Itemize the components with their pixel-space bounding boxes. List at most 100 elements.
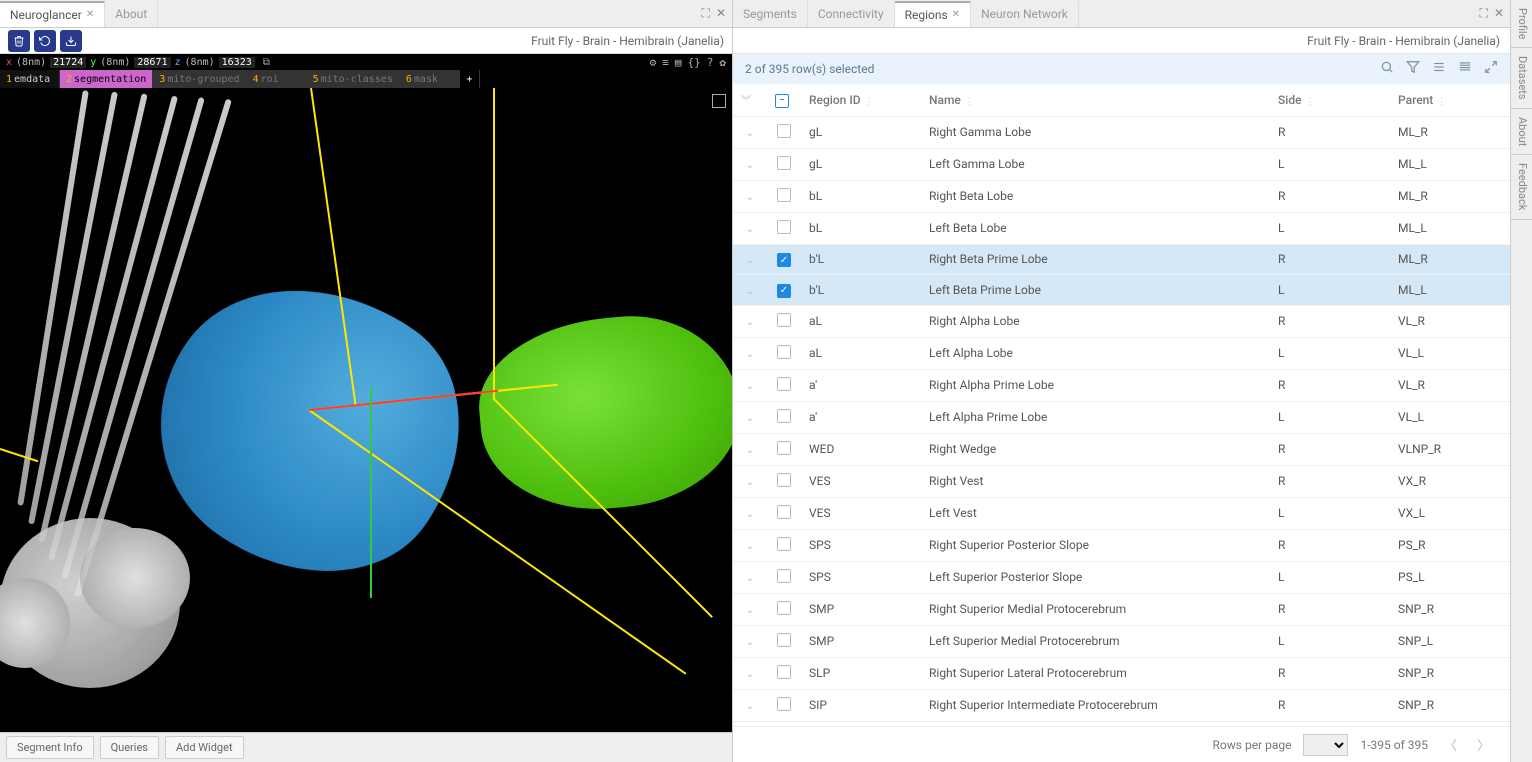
table-row[interactable]: ⌄gLLeft Gamma LobeLML_L	[733, 148, 1510, 180]
col-name[interactable]: Name⋮	[921, 84, 1270, 116]
row-checkbox[interactable]	[777, 473, 791, 487]
side-tab-about[interactable]: About	[1511, 109, 1532, 155]
row-checkbox[interactable]	[777, 633, 791, 647]
side-tab-profile[interactable]: Profile	[1511, 0, 1532, 48]
copy-coords-icon[interactable]: ⧉	[263, 57, 270, 68]
chevron-down-icon[interactable]: ⌄	[743, 637, 757, 648]
settings-icon[interactable]: ✿	[719, 56, 726, 69]
trash-button[interactable]	[8, 30, 30, 52]
search-icon[interactable]	[1380, 60, 1394, 78]
density-icon[interactable]	[1458, 60, 1472, 78]
table-row[interactable]: ⌄SMPLeft Superior Medial ProtocerebrumLS…	[733, 625, 1510, 657]
table-row[interactable]: ⌄✓b'LRight Beta Prime LobeRML_R	[733, 244, 1510, 275]
chevron-down-icon[interactable]: ⌄	[743, 317, 757, 328]
download-button[interactable]	[60, 30, 82, 52]
table-row[interactable]: ⌄WEDRight WedgeRVLNP_R	[733, 433, 1510, 465]
table-row[interactable]: ⌄✓b'LLeft Beta Prime LobeLML_L	[733, 275, 1510, 306]
row-checkbox[interactable]	[777, 220, 791, 234]
table-row[interactable]: ⌄SMPRight Superior Medial ProtocerebrumR…	[733, 593, 1510, 625]
close-icon[interactable]: ✕	[86, 9, 94, 20]
add-widget-button[interactable]: Add Widget	[165, 736, 244, 759]
row-checkbox[interactable]	[777, 156, 791, 170]
layer-mito-grouped[interactable]: 3mito-grouped	[153, 70, 246, 88]
chevron-down-icon[interactable]: ⌄	[743, 192, 757, 203]
tab-segments[interactable]: Segments	[733, 1, 808, 27]
chevron-down-icon[interactable]: ⌄	[743, 413, 757, 424]
chevron-down-icon[interactable]: ⌄	[743, 349, 757, 360]
row-checkbox[interactable]	[777, 409, 791, 423]
table-row[interactable]: ⌄SPSLeft Superior Posterior SlopeLPS_L	[733, 561, 1510, 593]
row-checkbox[interactable]	[777, 537, 791, 551]
coord-x-value[interactable]: 21724	[50, 57, 86, 68]
columns-icon[interactable]	[1432, 60, 1446, 78]
row-checkbox[interactable]	[777, 377, 791, 391]
chevron-down-icon[interactable]: ⌄	[743, 669, 757, 680]
rows-per-page-select[interactable]	[1303, 734, 1348, 756]
row-checkbox[interactable]	[777, 313, 791, 327]
chevron-down-icon[interactable]: ⌄	[743, 477, 757, 488]
tab-neuron-network[interactable]: Neuron Network	[971, 1, 1079, 27]
col-side[interactable]: Side⋮	[1270, 84, 1390, 116]
chevron-down-icon[interactable]: ⌄	[743, 509, 757, 520]
coord-z-value[interactable]: 16323	[219, 57, 255, 68]
row-checkbox[interactable]: ✓	[777, 284, 791, 298]
expand-icon[interactable]: ⛶	[702, 6, 710, 21]
braces-icon[interactable]: {}	[688, 56, 701, 69]
row-checkbox[interactable]	[777, 505, 791, 519]
chevron-down-icon[interactable]: ⌄	[743, 128, 757, 139]
tab-connectivity[interactable]: Connectivity	[808, 1, 895, 27]
viewport-3d[interactable]	[0, 88, 732, 732]
table-row[interactable]: ⌄a'Right Alpha Prime LobeRVL_R	[733, 369, 1510, 401]
row-checkbox[interactable]: ✓	[777, 253, 791, 267]
row-checkbox[interactable]	[777, 665, 791, 679]
row-checkbox[interactable]	[777, 697, 791, 711]
list-icon[interactable]: ≡	[662, 56, 669, 69]
expand-icon[interactable]: ⛶	[1480, 6, 1488, 21]
close-icon[interactable]: ✕	[716, 6, 726, 21]
help-icon[interactable]: ?	[707, 56, 714, 69]
queries-button[interactable]: Queries	[100, 736, 159, 759]
row-checkbox[interactable]	[777, 345, 791, 359]
fullscreen-icon[interactable]	[1484, 60, 1498, 78]
col-parent[interactable]: Parent⋮	[1390, 84, 1510, 116]
table-row[interactable]: ⌄a'Left Alpha Prime LobeLVL_L	[733, 401, 1510, 433]
segment-info-button[interactable]: Segment Info	[6, 736, 94, 759]
side-tab-feedback[interactable]: Feedback	[1511, 155, 1532, 219]
chevron-down-icon[interactable]: ⌄	[743, 605, 757, 616]
row-checkbox[interactable]	[777, 569, 791, 583]
table-row[interactable]: ⌄SLPRight Superior Lateral Protocerebrum…	[733, 657, 1510, 689]
row-checkbox[interactable]	[777, 188, 791, 202]
collapse-all-icon[interactable]: ︾	[741, 96, 751, 107]
coord-y-value[interactable]: 28671	[134, 57, 170, 68]
filter-icon[interactable]	[1406, 60, 1420, 78]
table-row[interactable]: ⌄gLRight Gamma LobeRML_R	[733, 116, 1510, 148]
prev-page-button[interactable]: 〈	[1440, 733, 1461, 756]
chevron-down-icon[interactable]: ⌄	[743, 286, 757, 297]
neuroglancer-viewer[interactable]: x (8nm) 21724 y (8nm) 28671 z (8nm) 1632…	[0, 54, 732, 732]
gear-icon[interactable]: ⚙	[650, 56, 657, 69]
table-row[interactable]: ⌄bLLeft Beta LobeLML_L	[733, 212, 1510, 244]
chevron-down-icon[interactable]: ⌄	[743, 445, 757, 456]
layer-segmentation[interactable]: 2segmentation	[60, 70, 153, 88]
table-row[interactable]: ⌄aLLeft Alpha LobeLVL_L	[733, 337, 1510, 369]
table-row[interactable]: ⌄VESLeft VestLVX_L	[733, 497, 1510, 529]
restore-button[interactable]	[34, 30, 56, 52]
layer-mito-classes[interactable]: 5mito-classes	[307, 70, 400, 88]
select-all-checkbox[interactable]: −	[775, 94, 789, 108]
panel-maximize-icon[interactable]	[712, 94, 726, 108]
row-checkbox[interactable]	[777, 441, 791, 455]
chevron-down-icon[interactable]: ⌄	[743, 255, 757, 266]
side-tab-datasets[interactable]: Datasets	[1511, 48, 1532, 109]
table-row[interactable]: ⌄VESRight VestRVX_R	[733, 465, 1510, 497]
layers-icon[interactable]: ▤	[675, 56, 682, 69]
layer-roi[interactable]: 4roi	[247, 70, 307, 88]
layer-mask[interactable]: 6mask	[400, 70, 460, 88]
table-row[interactable]: ⌄SIPRight Superior Intermediate Protocer…	[733, 689, 1510, 721]
row-checkbox[interactable]	[777, 601, 791, 615]
row-checkbox[interactable]	[777, 124, 791, 138]
tab-about[interactable]: About	[105, 1, 158, 27]
table-row[interactable]: ⌄bLRight Beta LobeRML_R	[733, 180, 1510, 212]
chevron-down-icon[interactable]: ⌄	[743, 573, 757, 584]
chevron-down-icon[interactable]: ⌄	[743, 160, 757, 171]
tab-regions[interactable]: Regions✕	[895, 1, 971, 27]
